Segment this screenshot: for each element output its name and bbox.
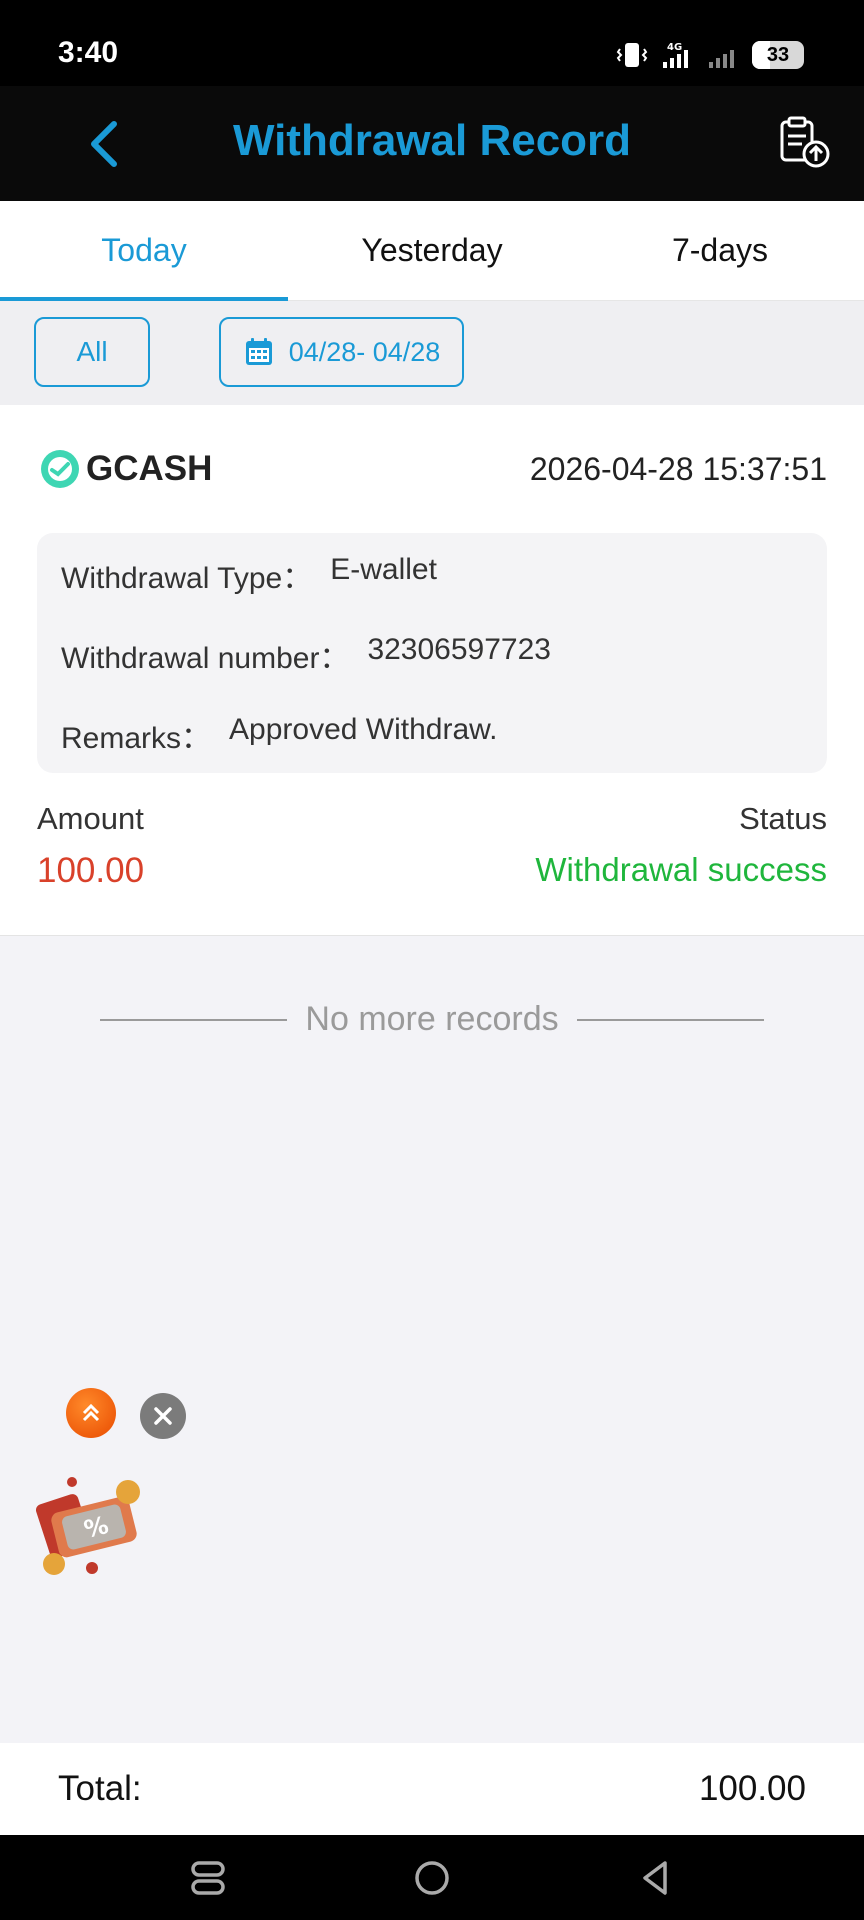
type-filter-button[interactable]: All: [34, 317, 150, 387]
withdrawal-record-card[interactable]: GCASH 2026-04-28 15:37:51 Withdrawal Typ…: [0, 405, 864, 936]
vibrate-icon: [616, 43, 648, 67]
promo-close-button[interactable]: [140, 1393, 186, 1439]
app-header: Withdrawal Record: [0, 86, 864, 201]
tab-yesterday[interactable]: Yesterday: [288, 201, 576, 300]
date-range-button[interactable]: 04/28- 04/28: [219, 317, 464, 387]
battery-icon: 33: [752, 41, 804, 69]
detail-value: Approved Withdraw.: [229, 713, 498, 746]
system-nav-bar: [0, 1835, 864, 1920]
discount-coupon-icon[interactable]: %: [32, 1468, 156, 1580]
detail-row-remarks: Remarks： Approved Withdraw.: [61, 713, 497, 757]
promo-expand-button[interactable]: [66, 1388, 116, 1438]
list-end-text: No more records: [305, 1000, 559, 1038]
calendar-icon: [245, 338, 272, 365]
tab-7-days[interactable]: 7-days: [576, 201, 864, 300]
detail-label: Withdrawal Type：: [61, 562, 313, 595]
status-icons: 4G 33: [616, 38, 804, 72]
detail-label: Remarks：: [61, 722, 212, 755]
amount-label: Amount: [37, 801, 144, 836]
clipboard-upload-icon[interactable]: [776, 114, 832, 170]
detail-row-number: Withdrawal number： 32306597723: [61, 633, 551, 677]
recents-icon[interactable]: [183, 1853, 233, 1903]
list-end-indicator: No more records: [100, 1000, 765, 1039]
double-chevron-up-icon: [82, 1403, 100, 1422]
total-value: 100.00: [698, 1769, 806, 1808]
total-bar: Total: 100.00: [0, 1743, 864, 1835]
record-datetime: 2026-04-28 15:37:51: [529, 451, 827, 487]
divider: [576, 1018, 765, 1021]
payment-method-name: GCASH: [86, 449, 213, 488]
status-value: Withdrawal success: [535, 851, 827, 888]
detail-value: E-wallet: [330, 553, 437, 586]
gcash-logo-icon: [41, 450, 79, 488]
close-icon: [154, 1407, 172, 1425]
amount-value: 100.00: [37, 851, 145, 890]
divider: [100, 1018, 288, 1021]
detail-label: Withdrawal number：: [61, 642, 350, 675]
home-icon[interactable]: [407, 1853, 457, 1903]
status-label: Status: [739, 801, 827, 836]
date-range-label: 04/28- 04/28: [288, 336, 441, 367]
payment-method: GCASH: [40, 449, 212, 489]
total-label: Total:: [58, 1769, 142, 1808]
battery-level: 33: [766, 43, 790, 66]
detail-value: 32306597723: [367, 633, 551, 666]
signal-4g-icon: 4G: [663, 42, 688, 68]
page-title: Withdrawal Record: [232, 116, 632, 165]
detail-row-type: Withdrawal Type： E-wallet: [61, 553, 437, 597]
date-tabs: Today Yesterday 7-days: [0, 201, 864, 301]
signal-weak-icon: [709, 50, 734, 68]
filter-bar: All 04/28- 04/28: [0, 301, 864, 405]
tab-today[interactable]: Today: [0, 201, 288, 301]
record-details: Withdrawal Type： E-wallet Withdrawal num…: [37, 533, 827, 773]
status-bar: 3:40 4G 33: [0, 0, 864, 86]
status-time: 3:40: [58, 36, 119, 69]
network-label: 4G: [667, 42, 682, 53]
back-triangle-icon[interactable]: [631, 1853, 681, 1903]
